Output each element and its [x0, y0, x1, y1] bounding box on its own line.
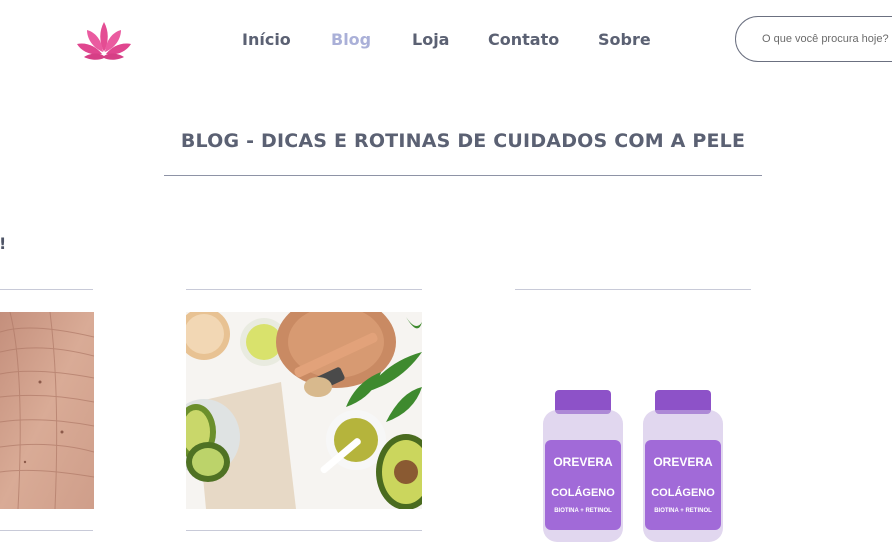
search-input[interactable] [760, 32, 892, 46]
card-divider [515, 289, 751, 290]
product-name: COLÁGENO [551, 486, 615, 499]
nav-loja[interactable]: Loja [412, 30, 449, 49]
nav-inicio[interactable]: Início [242, 30, 291, 49]
nav-blog[interactable]: Blog [331, 30, 371, 49]
page-title: BLOG - DICAS E ROTINAS DE CUIDADOS COM A… [180, 130, 746, 152]
product-name: COLÁGENO [651, 486, 715, 499]
product-subtitle: BIOTINA + RETINOL [654, 508, 712, 514]
section-heading: o! [0, 234, 6, 253]
post-image-wrinkled-skin[interactable] [0, 312, 94, 509]
post-image-collagen-product[interactable]: OREVERA COLÁGENO BIOTINA + RETINOL OREVE… [515, 300, 751, 548]
nav-sobre[interactable]: Sobre [598, 30, 651, 49]
product-subtitle: BIOTINA + RETINOL [554, 508, 612, 514]
card-divider [0, 289, 93, 290]
title-divider [164, 175, 762, 176]
card-divider [186, 289, 422, 290]
post-image-avocado-skincare[interactable] [186, 312, 422, 509]
nav-contato[interactable]: Contato [488, 30, 559, 49]
product-brand: OREVERA [553, 455, 613, 469]
card-divider [186, 530, 422, 531]
search-box[interactable] [735, 16, 892, 62]
card-divider [0, 530, 93, 531]
product-brand: OREVERA [653, 455, 713, 469]
